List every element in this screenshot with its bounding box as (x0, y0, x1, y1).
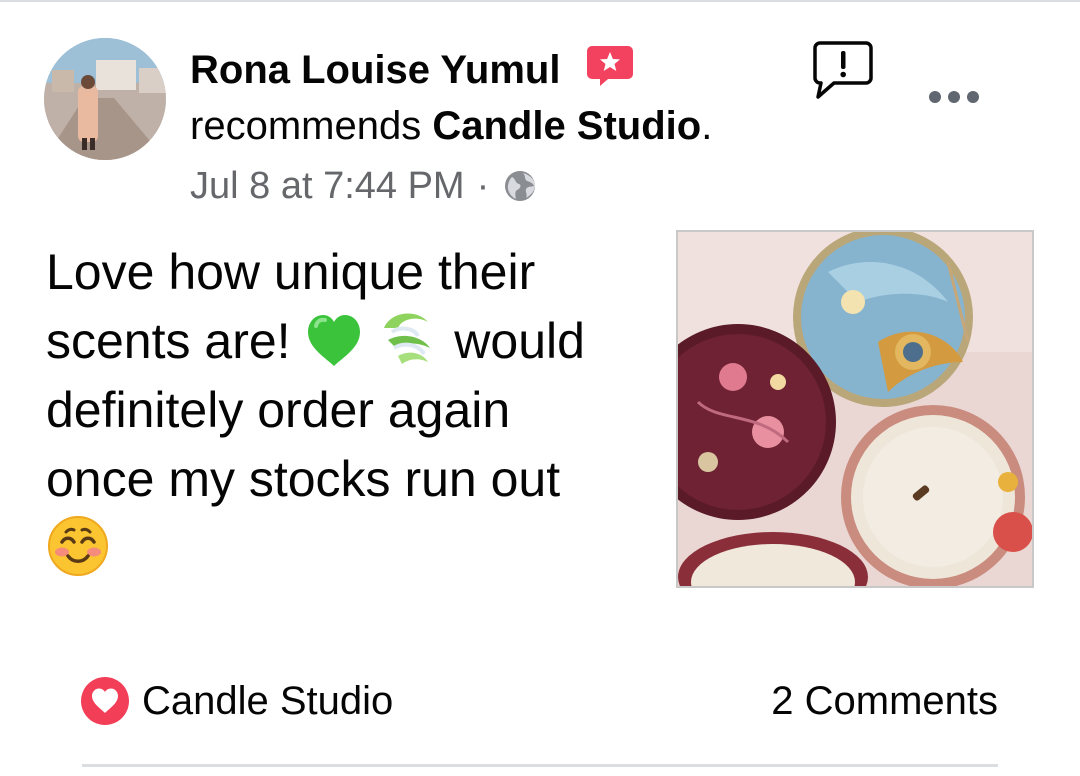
reaction-label: Candle Studio (142, 678, 394, 723)
page-name-link[interactable]: Candle Studio (432, 104, 701, 148)
smiling-face-emoji-icon (48, 516, 108, 576)
post-text-fragment: would (454, 313, 585, 369)
post-text-fragment: scents are! (46, 313, 291, 369)
globe-icon[interactable] (503, 169, 537, 203)
author-avatar[interactable] (44, 38, 166, 160)
green-heart-emoji-icon (308, 315, 361, 366)
post-text-line: once my stocks run out (46, 451, 561, 507)
comments-count-link[interactable]: 2 Comments (771, 676, 998, 726)
top-divider (0, 0, 1080, 2)
meta-separator: · (476, 165, 490, 207)
heart-icon (81, 677, 129, 725)
candle-tins-image (678, 232, 1032, 586)
recommends-text: recommends (190, 104, 422, 148)
post-meta: Jul 8 at 7:44 PM · (190, 160, 537, 212)
bottom-divider (82, 764, 998, 767)
post-text-line (46, 514, 656, 586)
more-options-icon[interactable] (926, 84, 982, 110)
recommendation-badge-icon (587, 46, 633, 86)
report-icon[interactable] (812, 40, 874, 100)
post-text: Love how unique their scents are! would … (46, 238, 656, 586)
post-text-line: definitely order again (46, 382, 511, 438)
post-timestamp[interactable]: Jul 8 at 7:44 PM (190, 160, 465, 212)
reaction-summary[interactable]: Candle Studio (80, 676, 393, 726)
post-text-line: scents are! would (46, 307, 656, 376)
author-name[interactable]: Rona Louise Yumul (190, 44, 560, 96)
post-photo[interactable] (676, 230, 1034, 588)
post-text-line: Love how unique their (46, 244, 536, 300)
dashing-away-emoji-icon (384, 313, 431, 364)
recommend-period: . (701, 104, 713, 148)
recommend-line: recommends Candle Studio. (190, 100, 712, 152)
avatar-photo (44, 38, 166, 160)
